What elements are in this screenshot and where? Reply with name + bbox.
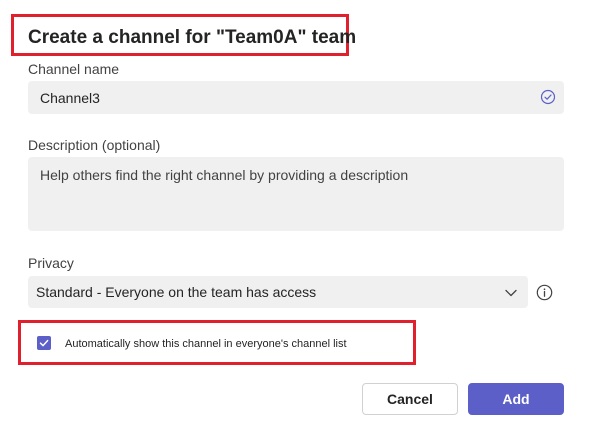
channel-name-label: Channel name [28,61,120,77]
create-channel-dialog: Create a channel for "Team0A" team Chann… [0,0,592,443]
privacy-label: Privacy [28,255,74,271]
description-field[interactable] [28,157,564,231]
channel-name-input[interactable] [40,89,520,107]
description-label: Description (optional) [28,137,161,153]
auto-show-checkbox[interactable] [37,336,51,350]
auto-show-label[interactable]: Automatically show this channel in every… [65,338,347,350]
privacy-dropdown[interactable]: Standard - Everyone on the team has acce… [28,276,528,308]
info-icon[interactable] [536,284,553,301]
chevron-down-icon [504,286,518,300]
dialog-title: Create a channel for "Team0A" team [28,27,357,48]
checkmark-icon [39,339,49,347]
description-input[interactable] [40,167,552,223]
add-button[interactable]: Add [468,383,564,415]
cancel-button[interactable]: Cancel [362,383,458,415]
privacy-selected-value: Standard - Everyone on the team has acce… [36,284,317,300]
check-circle-icon [540,89,556,105]
channel-name-field[interactable] [28,81,564,114]
